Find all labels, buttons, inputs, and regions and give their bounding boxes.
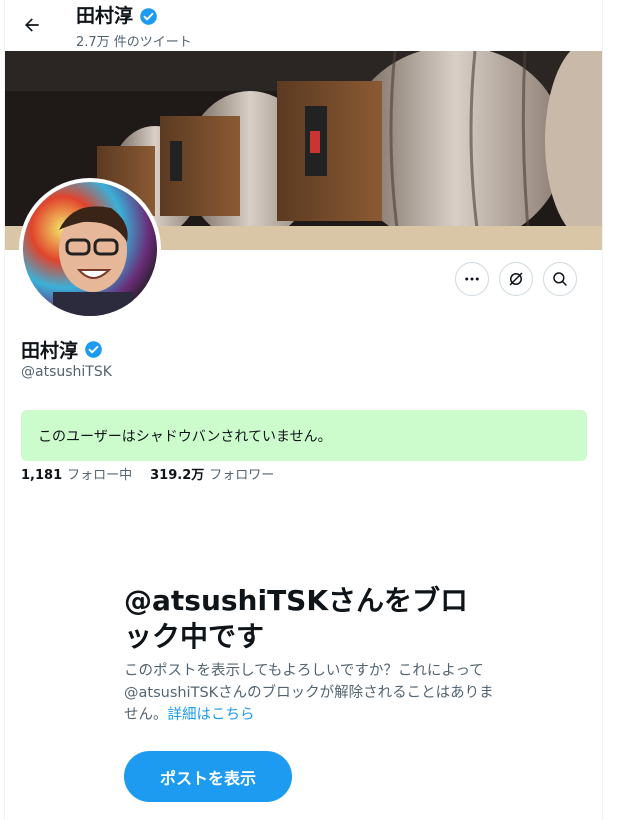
tweet-count: 2.7万 件のツイート	[76, 35, 192, 50]
profile-name: 田村淳	[21, 340, 79, 362]
block-description: このポストを表示してもよろしいですか？これによって@atsushiTSKさんのブ…	[124, 660, 494, 726]
following-count: 1,181	[21, 468, 63, 483]
followers-link[interactable]: 319.2万 フォロワー	[150, 464, 274, 483]
follow-stats: 1,181 フォロー中 319.2万 フォロワー	[21, 464, 274, 483]
more-button[interactable]	[455, 262, 489, 296]
shadowban-notice: このユーザーはシャドウバンされていません。	[21, 410, 587, 461]
verified-badge-icon	[85, 341, 102, 358]
show-posts-button[interactable]: ポストを表示	[124, 751, 292, 802]
learn-more-link[interactable]: 詳細はこちら	[168, 707, 255, 723]
followers-label: フォロワー	[209, 468, 275, 483]
following-label: フォロー中	[67, 468, 133, 483]
following-link[interactable]: 1,181 フォロー中	[21, 464, 132, 483]
profile-name-row: 田村淳	[21, 336, 103, 363]
profile-handle: @atsushiTSK	[21, 364, 112, 380]
arrow-left-icon[interactable]	[22, 15, 42, 35]
header-title: 田村淳	[76, 4, 158, 28]
more-icon	[465, 277, 479, 281]
slashed-circle-icon	[509, 272, 523, 286]
search-button[interactable]	[543, 262, 577, 296]
avatar[interactable]	[19, 178, 161, 320]
block-title: @atsushiTSKさんをブロック中です	[124, 584, 469, 653]
followers-count: 319.2万	[150, 468, 205, 483]
search-icon	[553, 272, 567, 286]
extension-button[interactable]	[499, 262, 533, 296]
header-name: 田村淳	[76, 5, 134, 27]
verified-badge-icon	[140, 7, 157, 25]
